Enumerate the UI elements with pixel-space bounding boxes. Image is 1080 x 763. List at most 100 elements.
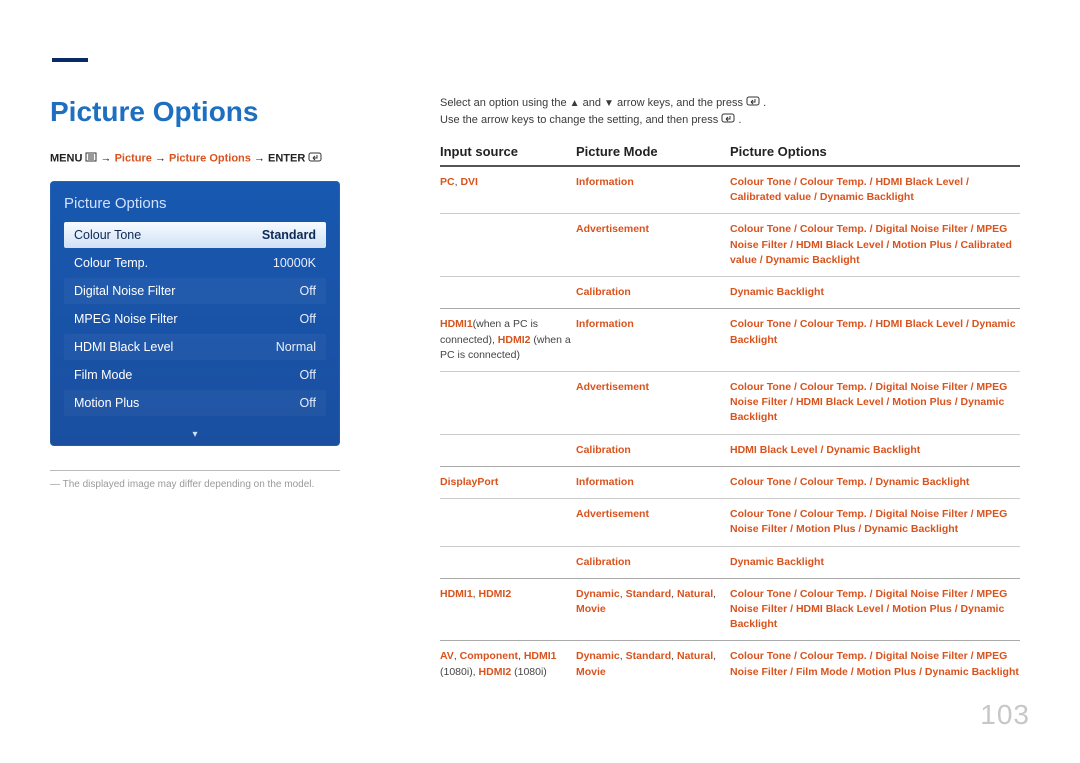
up-arrow-icon: ▲	[570, 98, 580, 109]
cell-picture-options: Colour Tone / Colour Temp. / HDMI Black …	[730, 317, 1020, 347]
cell-picture-mode: Information	[576, 175, 730, 190]
arrow-icon: →	[101, 152, 115, 164]
footnote-text: The displayed image may differ depending…	[63, 479, 315, 490]
header-input-source: Input source	[440, 144, 576, 159]
cell-picture-mode: Dynamic, Standard, Natural, Movie	[576, 649, 730, 679]
instruction-line-1: Select an option using the ▲ and ▼ arrow…	[440, 96, 1020, 109]
cell-picture-mode: Calibration	[576, 443, 730, 458]
right-column: Select an option using the ▲ and ▼ arrow…	[440, 96, 1030, 688]
arrow-icon: →	[254, 152, 268, 164]
chevron-down-icon[interactable]: ▾	[192, 429, 197, 440]
options-table: Input source Picture Mode Picture Option…	[440, 144, 1020, 688]
osd-row-label: Digital Noise Filter	[74, 284, 175, 298]
cell-picture-options: Colour Tone / Colour Temp. / Digital Noi…	[730, 222, 1020, 268]
table-row: PC, DVIInformationColour Tone / Colour T…	[440, 167, 1020, 213]
crumb-picture: Picture	[115, 152, 152, 164]
cell-picture-options: HDMI Black Level / Dynamic Backlight	[730, 443, 1020, 458]
crumb-picture-options: Picture Options	[169, 152, 251, 164]
osd-row-value: Off	[300, 396, 316, 410]
osd-panel: Picture Options Colour ToneStandardColou…	[50, 181, 340, 446]
arrow-icon: →	[155, 152, 169, 164]
chapter-rule	[52, 58, 88, 62]
table-row: CalibrationHDMI Black Level / Dynamic Ba…	[440, 434, 1020, 466]
osd-row-mpeg-noise-filter[interactable]: MPEG Noise Filter Off	[64, 306, 326, 332]
table-row: CalibrationDynamic Backlight	[440, 546, 1020, 578]
enter-icon	[308, 152, 322, 165]
osd-row-colour-temp-[interactable]: Colour Temp. 10000K	[64, 250, 326, 276]
down-arrow-icon: ▼	[604, 98, 614, 109]
osd-row-label: Motion Plus	[74, 396, 139, 410]
osd-row-value: Off	[300, 368, 316, 382]
osd-row-film-mode[interactable]: Film Mode Off	[64, 362, 326, 388]
enter-icon	[721, 114, 738, 126]
cell-picture-options: Dynamic Backlight	[730, 555, 1020, 570]
osd-panel-title: Picture Options	[64, 195, 326, 212]
osd-row-value: 10000K	[273, 256, 316, 270]
osd-rows: Colour Tone Standard Colour Temp. 10000K Dig…	[64, 222, 326, 416]
osd-row-label: Colour Tone	[74, 228, 141, 242]
osd-row-value: Off	[300, 312, 316, 326]
instr-text: .	[738, 114, 741, 126]
crumb-menu: MENU	[50, 152, 82, 164]
page-title: Picture Options	[50, 96, 400, 128]
osd-row-label: Colour Temp.	[74, 256, 148, 270]
header-picture-mode: Picture Mode	[576, 144, 730, 159]
enter-icon	[746, 97, 763, 109]
osd-row-label: MPEG Noise Filter	[74, 312, 178, 326]
cell-input-source: HDMI1, HDMI2	[440, 587, 576, 602]
page-number: 103	[980, 699, 1030, 731]
table-row: AdvertisementColour Tone / Colour Temp. …	[440, 498, 1020, 545]
cell-picture-mode: Calibration	[576, 285, 730, 300]
cell-picture-mode: Information	[576, 317, 730, 332]
cell-input-source: AV, Component, HDMI1 (1080i), HDMI2 (108…	[440, 649, 576, 679]
cell-picture-options: Colour Tone / Colour Temp. / HDMI Black …	[730, 175, 1020, 205]
breadcrumb: MENU → Picture → Picture Options → ENTER	[50, 152, 400, 165]
cell-picture-mode: Advertisement	[576, 222, 730, 237]
osd-row-value: Off	[300, 284, 316, 298]
osd-row-label: Film Mode	[74, 368, 132, 382]
osd-row-motion-plus[interactable]: Motion Plus Off	[64, 390, 326, 416]
cell-picture-mode: Advertisement	[576, 507, 730, 522]
table-header-row: Input source Picture Mode Picture Option…	[440, 144, 1020, 167]
instr-text: and	[583, 97, 604, 109]
cell-input-source: DisplayPort	[440, 475, 576, 490]
cell-picture-options: Colour Tone / Colour Temp. / Digital Noi…	[730, 507, 1020, 537]
cell-picture-options: Dynamic Backlight	[730, 285, 1020, 300]
cell-picture-options: Colour Tone / Colour Temp. / Digital Noi…	[730, 649, 1020, 679]
table-group: PC, DVIInformationColour Tone / Colour T…	[440, 167, 1020, 308]
table-row: HDMI1(when a PC is connected), HDMI2 (wh…	[440, 309, 1020, 371]
instruction-line-2: Use the arrow keys to change the setting…	[440, 113, 1020, 126]
cell-input-source: HDMI1(when a PC is connected), HDMI2 (wh…	[440, 317, 576, 363]
table-group: AV, Component, HDMI1 (1080i), HDMI2 (108…	[440, 640, 1020, 687]
osd-row-value: Normal	[276, 340, 316, 354]
table-row: AdvertisementColour Tone / Colour Temp. …	[440, 213, 1020, 276]
cell-picture-options: Colour Tone / Colour Temp. / Digital Noi…	[730, 380, 1020, 426]
table-row: HDMI1, HDMI2Dynamic, Standard, Natural, …	[440, 579, 1020, 641]
header-picture-options: Picture Options	[730, 144, 1020, 159]
osd-row-label: HDMI Black Level	[74, 340, 173, 354]
table-row: AdvertisementColour Tone / Colour Temp. …	[440, 371, 1020, 434]
crumb-enter: ENTER	[268, 152, 305, 164]
instr-text: Use the arrow keys to change the setting…	[440, 114, 721, 126]
page-layout: Picture Options MENU → Picture → Picture…	[50, 96, 1030, 688]
cell-input-source: PC, DVI	[440, 175, 576, 190]
instr-text: .	[763, 97, 766, 109]
cell-picture-mode: Dynamic, Standard, Natural, Movie	[576, 587, 730, 617]
table-group: DisplayPortInformationColour Tone / Colo…	[440, 466, 1020, 578]
table-group: HDMI1, HDMI2Dynamic, Standard, Natural, …	[440, 578, 1020, 641]
footnote: ― The displayed image may differ dependi…	[50, 479, 340, 490]
instr-text: arrow keys, and the press	[617, 97, 746, 109]
osd-row-hdmi-black-level[interactable]: HDMI Black Level Normal	[64, 334, 326, 360]
cell-picture-mode: Calibration	[576, 555, 730, 570]
left-column: Picture Options MENU → Picture → Picture…	[50, 96, 400, 688]
table-row: AV, Component, HDMI1 (1080i), HDMI2 (108…	[440, 641, 1020, 687]
osd-row-value: Standard	[262, 228, 316, 242]
menu-icon	[85, 152, 97, 165]
footnote-separator	[50, 470, 340, 471]
instr-text: Select an option using the	[440, 97, 570, 109]
cell-picture-options: Colour Tone / Colour Temp. / Digital Noi…	[730, 587, 1020, 633]
table-body: PC, DVIInformationColour Tone / Colour T…	[440, 167, 1020, 688]
osd-row-digital-noise-filter[interactable]: Digital Noise Filter Off	[64, 278, 326, 304]
cell-picture-options: Colour Tone / Colour Temp. / Dynamic Bac…	[730, 475, 1020, 490]
osd-row-colour-tone[interactable]: Colour Tone Standard	[64, 222, 326, 248]
